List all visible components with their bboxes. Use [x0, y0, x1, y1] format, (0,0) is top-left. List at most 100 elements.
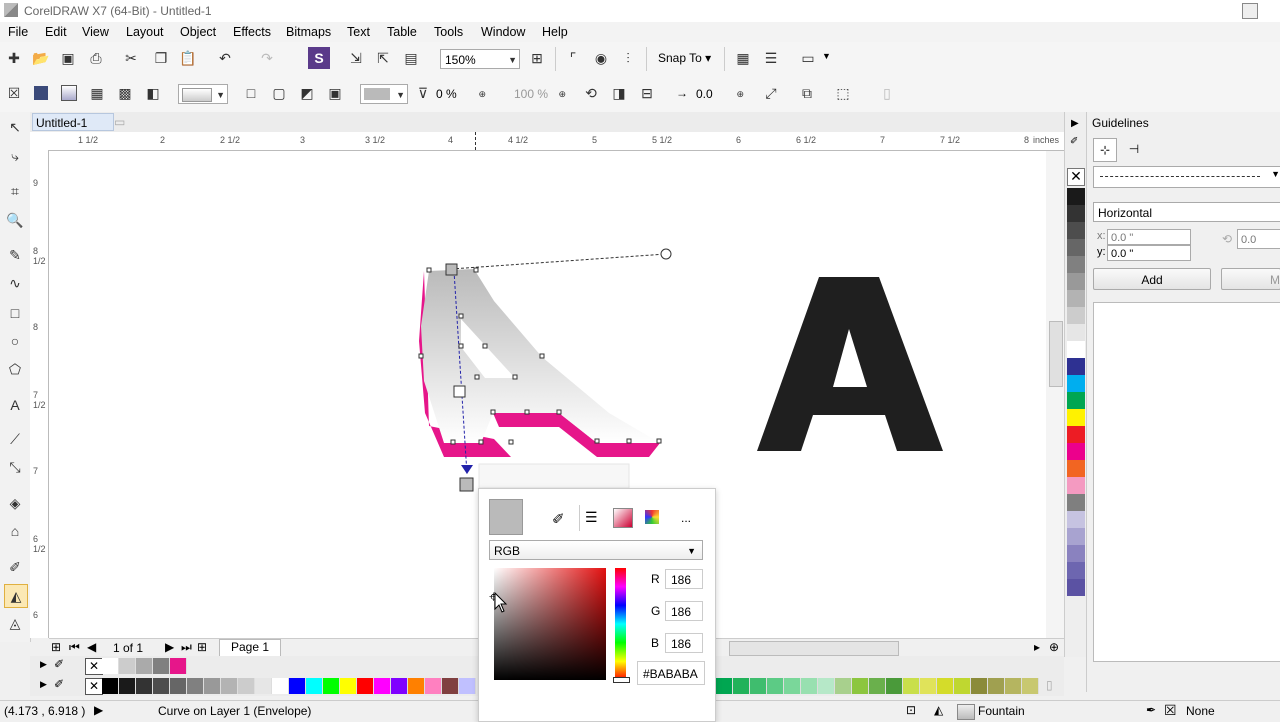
- menu-effects[interactable]: Effects: [233, 25, 271, 39]
- palette-swatch[interactable]: [1067, 256, 1085, 273]
- palette-swatch[interactable]: [136, 678, 153, 694]
- palette-swatch[interactable]: [323, 678, 340, 694]
- node-color-combo[interactable]: ▼: [360, 84, 408, 104]
- palette-swatch[interactable]: [1067, 409, 1085, 426]
- palette-swatch[interactable]: [459, 678, 476, 694]
- guide-preset-icon[interactable]: ⊹: [1093, 138, 1117, 162]
- palette-swatch[interactable]: [187, 678, 204, 694]
- navigator-icon[interactable]: ⊕: [1049, 640, 1059, 654]
- palette-swatch[interactable]: [920, 678, 937, 694]
- freeze-icon[interactable]: ▯: [876, 82, 898, 104]
- add-guideline-button[interactable]: Add: [1093, 268, 1211, 290]
- palette-swatch[interactable]: [102, 658, 119, 674]
- show-grid-icon[interactable]: ◉: [590, 47, 612, 69]
- palette-swatch[interactable]: [1067, 188, 1085, 205]
- angle-field[interactable]: 0.0 ⊕: [692, 84, 746, 104]
- g-input[interactable]: 186: [665, 601, 703, 621]
- polygon-tool-icon[interactable]: ⬠: [4, 358, 26, 380]
- new-document-icon[interactable]: ✚: [3, 47, 25, 69]
- menu-window[interactable]: Window: [481, 25, 525, 39]
- palette-swatch[interactable]: [442, 678, 459, 694]
- crop-tool-icon[interactable]: ⌗: [4, 180, 26, 202]
- copy-transparency-icon[interactable]: ⧉: [796, 82, 818, 104]
- palette-swatch[interactable]: [136, 658, 153, 674]
- x-position-field[interactable]: 0.0 ": [1107, 229, 1191, 245]
- palette-swatch[interactable]: [1067, 426, 1085, 443]
- palette-swatch[interactable]: [835, 678, 852, 694]
- fountain-vector[interactable]: [450, 253, 667, 270]
- prev-page-icon[interactable]: ◀: [87, 640, 96, 654]
- text-tool-icon[interactable]: A: [4, 394, 26, 416]
- conical-fountain-icon[interactable]: ◩: [296, 82, 318, 104]
- palette-swatch[interactable]: [954, 678, 971, 694]
- scroll-right-icon[interactable]: ▸: [1034, 640, 1040, 654]
- opacity-value-field[interactable]: 100 % ⊕: [510, 84, 568, 104]
- eyedropper-icon[interactable]: ✐: [552, 510, 565, 528]
- horizontal-scroll-thumb[interactable]: [729, 641, 899, 656]
- snap-to-dropdown[interactable]: Snap To ▾: [658, 51, 711, 65]
- fountain-handle-end[interactable]: [660, 248, 672, 260]
- fountain-node-selected[interactable]: [459, 477, 474, 492]
- palette-swatch[interactable]: [374, 678, 391, 694]
- palette-swatch[interactable]: [1067, 494, 1085, 511]
- elliptical-fountain-icon[interactable]: ▢: [268, 82, 290, 104]
- import-icon[interactable]: ⇲: [345, 47, 367, 69]
- zoom-level-combo[interactable]: 150% ▼: [440, 49, 520, 69]
- menu-help[interactable]: Help: [542, 25, 568, 39]
- palette-swatch[interactable]: [1067, 358, 1085, 375]
- palette-swatch[interactable]: [119, 678, 136, 694]
- palette-swatch[interactable]: [1067, 307, 1085, 324]
- artistic-media-icon[interactable]: ∿: [4, 272, 26, 294]
- undo-icon[interactable]: ↶: [214, 47, 236, 69]
- palette-swatch[interactable]: [1067, 290, 1085, 307]
- last-page-icon[interactable]: ⏭: [181, 640, 192, 655]
- palette-swatch[interactable]: [750, 678, 767, 694]
- r-input[interactable]: 186: [665, 569, 703, 589]
- doc-palette-expand-icon[interactable]: ▶: [40, 659, 47, 670]
- palette-swatch[interactable]: [1022, 678, 1039, 694]
- palette-swatch[interactable]: [886, 678, 903, 694]
- options-icon[interactable]: ☰: [760, 47, 782, 69]
- palette-swatch[interactable]: [272, 678, 289, 694]
- palette-swatch[interactable]: [1005, 678, 1022, 694]
- palette-swatch[interactable]: [1067, 273, 1085, 290]
- palette-swatch[interactable]: [971, 678, 988, 694]
- fountain-handle-start[interactable]: [445, 263, 458, 276]
- zoom-tool-icon[interactable]: 🔍: [4, 209, 26, 231]
- vector-pattern-icon[interactable]: ▦: [86, 82, 108, 104]
- palette-swatch[interactable]: [852, 678, 869, 694]
- menu-tools[interactable]: Tools: [434, 25, 463, 39]
- first-page-icon[interactable]: ⏮: [69, 640, 80, 655]
- welcome-screen-icon[interactable]: ▦: [732, 47, 754, 69]
- interactive-fill-icon[interactable]: ◭: [4, 584, 28, 608]
- palette-swatch[interactable]: [1067, 545, 1085, 562]
- connector-tool-icon[interactable]: ⤡: [4, 456, 26, 478]
- palette-swatch[interactable]: [1067, 205, 1085, 222]
- parallel-dimension-icon[interactable]: ⟋: [4, 428, 26, 450]
- palette-swatch[interactable]: [1067, 579, 1085, 596]
- palette-swatch[interactable]: [784, 678, 801, 694]
- texture-transparency-icon[interactable]: ◧: [142, 82, 164, 104]
- bitmap-pattern-icon[interactable]: ▩: [114, 82, 136, 104]
- add-page-after-icon[interactable]: ⊞: [197, 640, 207, 654]
- cut-icon[interactable]: ✂: [120, 47, 142, 69]
- black-letter-a[interactable]: [757, 277, 943, 451]
- guideline-list[interactable]: [1093, 302, 1280, 662]
- palette-swatch[interactable]: [1067, 477, 1085, 494]
- palette-swatch[interactable]: [1067, 239, 1085, 256]
- palette-swatch[interactable]: [1067, 341, 1085, 358]
- palette-swatch[interactable]: [408, 678, 425, 694]
- smooth-blend-icon[interactable]: ⊟: [636, 82, 658, 104]
- palette-swatch[interactable]: [937, 678, 954, 694]
- menu-edit[interactable]: Edit: [45, 25, 67, 39]
- pick-tool-icon[interactable]: ↖: [4, 116, 26, 138]
- publish-pdf-icon[interactable]: ▤: [400, 47, 422, 69]
- transparency-tool-icon[interactable]: ⌂: [4, 520, 26, 542]
- next-page-icon[interactable]: ▶: [165, 640, 174, 654]
- palette-swatch[interactable]: [425, 678, 442, 694]
- print-icon[interactable]: ⎙: [85, 47, 107, 69]
- save-icon[interactable]: ▣: [57, 47, 79, 69]
- palette-swatch[interactable]: [153, 678, 170, 694]
- color-viewer-icon[interactable]: [613, 508, 633, 528]
- user-icon[interactable]: [1242, 3, 1258, 19]
